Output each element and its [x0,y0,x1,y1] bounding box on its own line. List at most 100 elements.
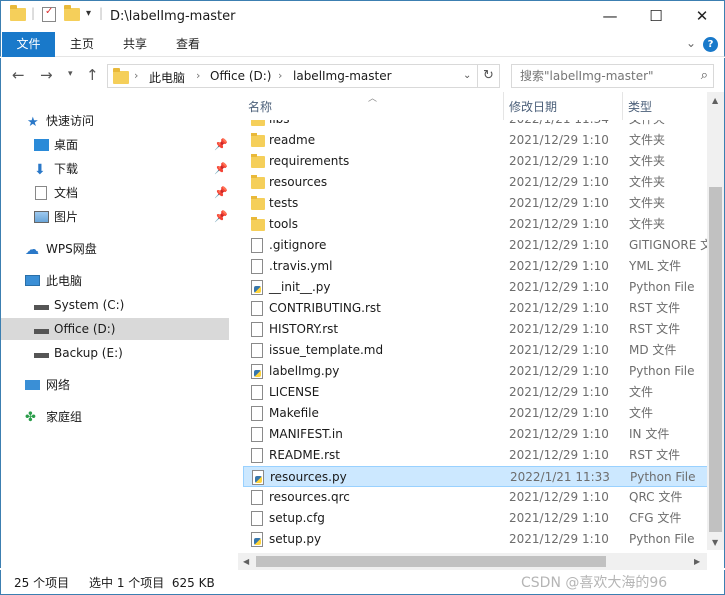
table-row[interactable]: CONTRIBUTING.rst 2021/12/29 1:10 RST 文件 [243,298,708,319]
table-row[interactable]: Makefile 2021/12/29 1:10 文件 [243,403,708,424]
table-row[interactable]: tests 2021/12/29 1:10 文件夹 [243,193,708,214]
file-type: QRC 文件 [629,490,683,504]
navigation-pane: ★ 快速访问 桌面 📌 ⬇ 下载 📌 文档 📌 图片 📌 ☁ WPS网盘 此电脑… [0,92,238,568]
table-row[interactable]: .gitignore 2021/12/29 1:10 GITIGNORE 文 [243,235,708,256]
properties-icon[interactable]: ✓ [42,6,56,22]
file-icon [251,448,263,463]
recent-locations-chevron-icon[interactable]: ▾ [68,69,73,79]
breadcrumb-this-pc[interactable]: 此电脑 [149,69,185,86]
tab-view[interactable]: 查看 [176,32,200,57]
search-icon[interactable]: ⌕ [701,68,708,83]
tab-share[interactable]: 共享 [123,32,147,57]
vertical-scrollbar[interactable]: ▲ ▼ [707,92,724,550]
back-arrow-icon[interactable]: ← [12,66,25,84]
selection-info: 选中 1 个项目 625 KB [89,576,215,590]
scroll-left-arrow-icon[interactable]: ◀ [243,557,249,566]
help-icon[interactable]: ? [703,37,718,52]
file-date: 2021/12/29 1:10 [509,406,609,420]
search-box[interactable]: ⌕ [511,64,714,88]
pin-icon[interactable]: 📌 [214,182,228,204]
table-row[interactable]: __init__.py 2021/12/29 1:10 Python File [243,277,708,298]
nav-item-network[interactable]: 网络 [1,374,229,396]
item-count: 25 个项目 [14,576,70,590]
up-arrow-icon[interactable]: ↑ [86,66,99,84]
table-row[interactable]: issue_template.md 2021/12/29 1:10 MD 文件 [243,340,708,361]
horizontal-scrollbar[interactable]: ◀ ▶ [238,553,707,570]
file-type: 文件夹 [629,154,666,168]
address-dropdown-chevron-icon[interactable]: ⌄ [463,70,471,81]
search-input[interactable] [512,65,687,87]
minimize-button[interactable]: — [587,1,633,32]
nav-item-desktop[interactable]: 桌面 📌 [1,134,229,156]
folder-icon [251,154,265,168]
separator: | [99,6,104,20]
file-name: libs [269,120,290,130]
close-button[interactable]: ✕ [679,1,725,32]
table-row[interactable]: resources 2021/12/29 1:10 文件夹 [243,172,708,193]
nav-item-backup-e[interactable]: Backup (E:) [1,342,229,364]
file-type: 文件夹 [629,175,666,189]
file-date: 2021/12/29 1:10 [509,196,609,210]
nav-item-wps-cloud[interactable]: ☁ WPS网盘 [1,238,229,260]
table-row[interactable]: readme 2021/12/29 1:10 文件夹 [243,130,708,151]
table-row[interactable]: setup.py 2021/12/29 1:10 Python File [243,529,708,550]
pin-icon[interactable]: 📌 [214,134,228,156]
table-row[interactable]: .travis.yml 2021/12/29 1:10 YML 文件 [243,256,708,277]
address-bar[interactable]: › 此电脑 › Office (D:) › labelImg-master ⌄ [107,64,478,88]
file-type: 文件夹 [629,196,666,210]
file-icon [251,343,263,358]
column-divider[interactable] [622,92,623,120]
table-row[interactable]: HISTORY.rst 2021/12/29 1:10 RST 文件 [243,319,708,340]
scroll-right-arrow-icon[interactable]: ▶ [694,557,700,566]
table-row[interactable]: setup.cfg 2021/12/29 1:10 CFG 文件 [243,508,708,529]
pin-icon[interactable]: 📌 [214,158,228,180]
file-type: Python File [629,532,695,546]
breadcrumb-separator-icon[interactable]: › [196,69,200,82]
file-date: 2021/12/29 1:10 [509,301,609,315]
column-header-date[interactable]: 修改日期 [509,99,557,119]
table-row[interactable]: README.rst 2021/12/29 1:10 RST 文件 [243,445,708,466]
refresh-icon[interactable]: ↻ [478,64,500,88]
breadcrumb-office-d[interactable]: Office (D:) [210,69,272,83]
table-row[interactable]: resources.py 2022/1/21 11:33 Python File [243,466,708,487]
table-row[interactable]: LICENSE 2021/12/29 1:10 文件 [243,382,708,403]
customize-quick-access-icon[interactable]: ▾ [86,8,91,26]
separator: | [31,6,36,20]
column-divider[interactable] [503,92,504,120]
file-date: 2021/12/29 1:10 [509,385,609,399]
nav-item-office-d[interactable]: Office (D:) [1,318,229,340]
nav-item-quick-access[interactable]: ★ 快速访问 [1,110,229,132]
table-row[interactable]: libs 2022/1/21 11:34 文件夹 [243,120,708,130]
vertical-scroll-thumb[interactable] [709,187,722,532]
scroll-down-arrow-icon[interactable]: ▼ [712,538,718,547]
forward-arrow-icon[interactable]: → [40,66,53,84]
new-folder-icon[interactable] [64,5,80,26]
tab-home[interactable]: 主页 [70,32,94,57]
pin-icon[interactable]: 📌 [214,206,228,228]
nav-item-pictures[interactable]: 图片 📌 [1,206,229,228]
breadcrumb-separator-icon[interactable]: › [278,69,282,82]
scroll-up-arrow-icon[interactable]: ▲ [712,96,718,105]
python-file-icon [252,470,264,485]
table-row[interactable]: requirements 2021/12/29 1:10 文件夹 [243,151,708,172]
table-row[interactable]: resources.qrc 2021/12/29 1:10 QRC 文件 [243,487,708,508]
tab-file[interactable]: 文件 [2,32,55,57]
nav-label: Office (D:) [54,322,116,336]
table-row[interactable]: tools 2021/12/29 1:10 文件夹 [243,214,708,235]
nav-item-homegroup[interactable]: ✤ 家庭组 [1,406,229,428]
nav-item-downloads[interactable]: ⬇ 下载 📌 [1,158,229,180]
ribbon-collapse-icon[interactable]: ⌄ [686,36,696,50]
column-header-type[interactable]: 类型 [628,99,652,119]
breadcrumb-separator-icon[interactable]: › [134,69,138,82]
maximize-button[interactable]: ☐ [633,1,679,32]
breadcrumb-labelimg-master[interactable]: labelImg-master [293,69,392,83]
nav-item-this-pc[interactable]: 此电脑 [1,270,229,292]
nav-item-system-c[interactable]: System (C:) [1,294,229,316]
table-row[interactable]: MANIFEST.in 2021/12/29 1:10 IN 文件 [243,424,708,445]
column-header-name[interactable]: 名称 [248,99,272,119]
horizontal-scroll-thumb[interactable] [256,556,606,567]
nav-item-documents[interactable]: 文档 📌 [1,182,229,204]
python-file-icon [251,364,263,379]
table-row[interactable]: labelImg.py 2021/12/29 1:10 Python File [243,361,708,382]
window-title: D:\labelImg-master [110,9,236,24]
